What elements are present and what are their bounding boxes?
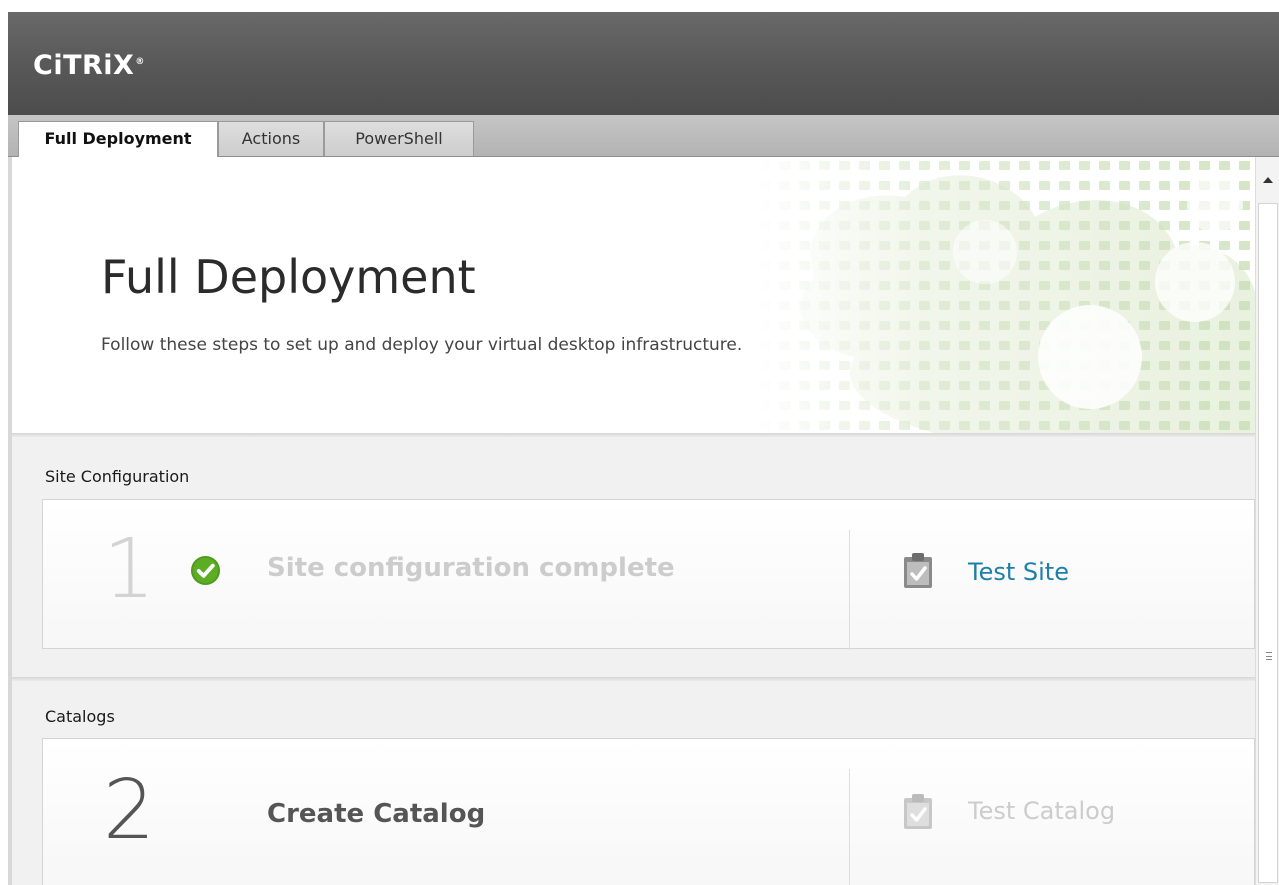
tab-full-deployment[interactable]: Full Deployment xyxy=(18,121,218,157)
page-subtitle: Follow these steps to set up and deploy … xyxy=(101,335,743,355)
section-title: Catalogs xyxy=(45,707,115,726)
section-site-configuration: Site Configuration 1 Site configuration … xyxy=(12,437,1255,677)
clipboard-check-icon xyxy=(904,553,932,588)
tab-actions[interactable]: Actions xyxy=(218,121,324,156)
tab-label: Full Deployment xyxy=(44,129,192,148)
vertical-scrollbar[interactable] xyxy=(1255,157,1279,885)
clipboard-check-icon xyxy=(904,794,932,829)
create-catalog-link[interactable]: Create Catalog xyxy=(267,799,485,829)
tab-label: PowerShell xyxy=(355,129,443,148)
main-content: Full Deployment Follow these steps to se… xyxy=(8,157,1255,885)
citrix-logo: CiTRiX® xyxy=(33,50,145,81)
hero-banner: Full Deployment Follow these steps to se… xyxy=(12,157,1255,433)
step-separator xyxy=(849,530,850,650)
scroll-grip-icon xyxy=(1266,652,1272,660)
step-label: Site configuration complete xyxy=(267,553,675,583)
scroll-up-arrow-icon xyxy=(1262,177,1273,183)
step-separator xyxy=(849,769,850,885)
logo-mark: ® xyxy=(135,57,145,67)
step-number: 1 xyxy=(103,522,156,617)
scroll-up-button[interactable] xyxy=(1256,157,1279,201)
step-number: 2 xyxy=(103,763,156,858)
test-site-link[interactable]: Test Site xyxy=(968,558,1069,586)
check-circle-icon xyxy=(190,555,221,586)
section-catalogs: Catalogs 2 Create Catalog Test Catalog xyxy=(12,681,1255,885)
app-header: CiTRiX® xyxy=(8,12,1279,115)
page-title: Full Deployment xyxy=(101,250,476,304)
step-card-catalogs: 2 Create Catalog Test Catalog xyxy=(42,738,1255,885)
hero-pattern-decoration xyxy=(755,157,1255,433)
section-title: Site Configuration xyxy=(45,467,190,486)
scroll-thumb[interactable] xyxy=(1258,203,1278,883)
tab-powershell[interactable]: PowerShell xyxy=(324,121,474,156)
test-catalog-link: Test Catalog xyxy=(968,797,1116,825)
tab-bar: Full Deployment Actions PowerShell xyxy=(8,115,1279,157)
logo-text: CiTRiX xyxy=(33,50,135,81)
step-card-site-configuration: 1 Site configuration complete Test Site xyxy=(42,499,1255,650)
top-strip xyxy=(0,0,1279,12)
tab-label: Actions xyxy=(241,129,301,148)
